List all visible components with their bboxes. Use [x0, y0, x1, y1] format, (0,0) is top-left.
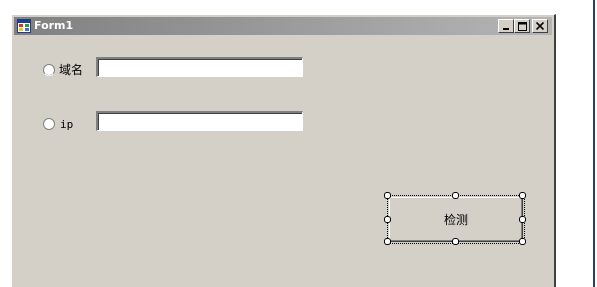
form-window[interactable]: Form1 域名 ip 检测: [11, 14, 556, 287]
resize-handle-bottom-left[interactable]: [384, 238, 391, 245]
detect-button[interactable]: 检测: [389, 197, 523, 242]
minimize-button[interactable]: [498, 19, 514, 33]
resize-handle-left[interactable]: [384, 216, 391, 223]
resize-handle-bottom[interactable]: [452, 238, 459, 245]
title-bar[interactable]: Form1: [14, 17, 552, 35]
resize-handle-top[interactable]: [452, 192, 459, 199]
ip-input[interactable]: [96, 111, 303, 131]
designer-right-edge: [593, 0, 595, 287]
window-title: Form1: [34, 19, 74, 32]
designer-surface: Form1 域名 ip 检测: [0, 0, 597, 287]
close-button[interactable]: [532, 19, 548, 33]
radio-domain[interactable]: [43, 64, 55, 76]
resize-handle-top-right[interactable]: [519, 192, 526, 199]
radio-domain-label: 域名: [59, 63, 84, 77]
resize-handle-bottom-right[interactable]: [519, 238, 526, 245]
domain-input[interactable]: [96, 57, 303, 77]
maximize-button[interactable]: [514, 19, 530, 33]
form-app-icon: [17, 19, 31, 33]
close-icon: [536, 22, 544, 30]
resize-handle-top-left[interactable]: [384, 192, 391, 199]
detect-button-label: 检测: [443, 213, 468, 227]
maximize-icon: [517, 21, 527, 31]
radio-ip-label: ip: [60, 118, 74, 131]
radio-ip[interactable]: [43, 118, 55, 130]
minimize-icon: [503, 28, 509, 30]
resize-handle-right[interactable]: [519, 216, 526, 223]
